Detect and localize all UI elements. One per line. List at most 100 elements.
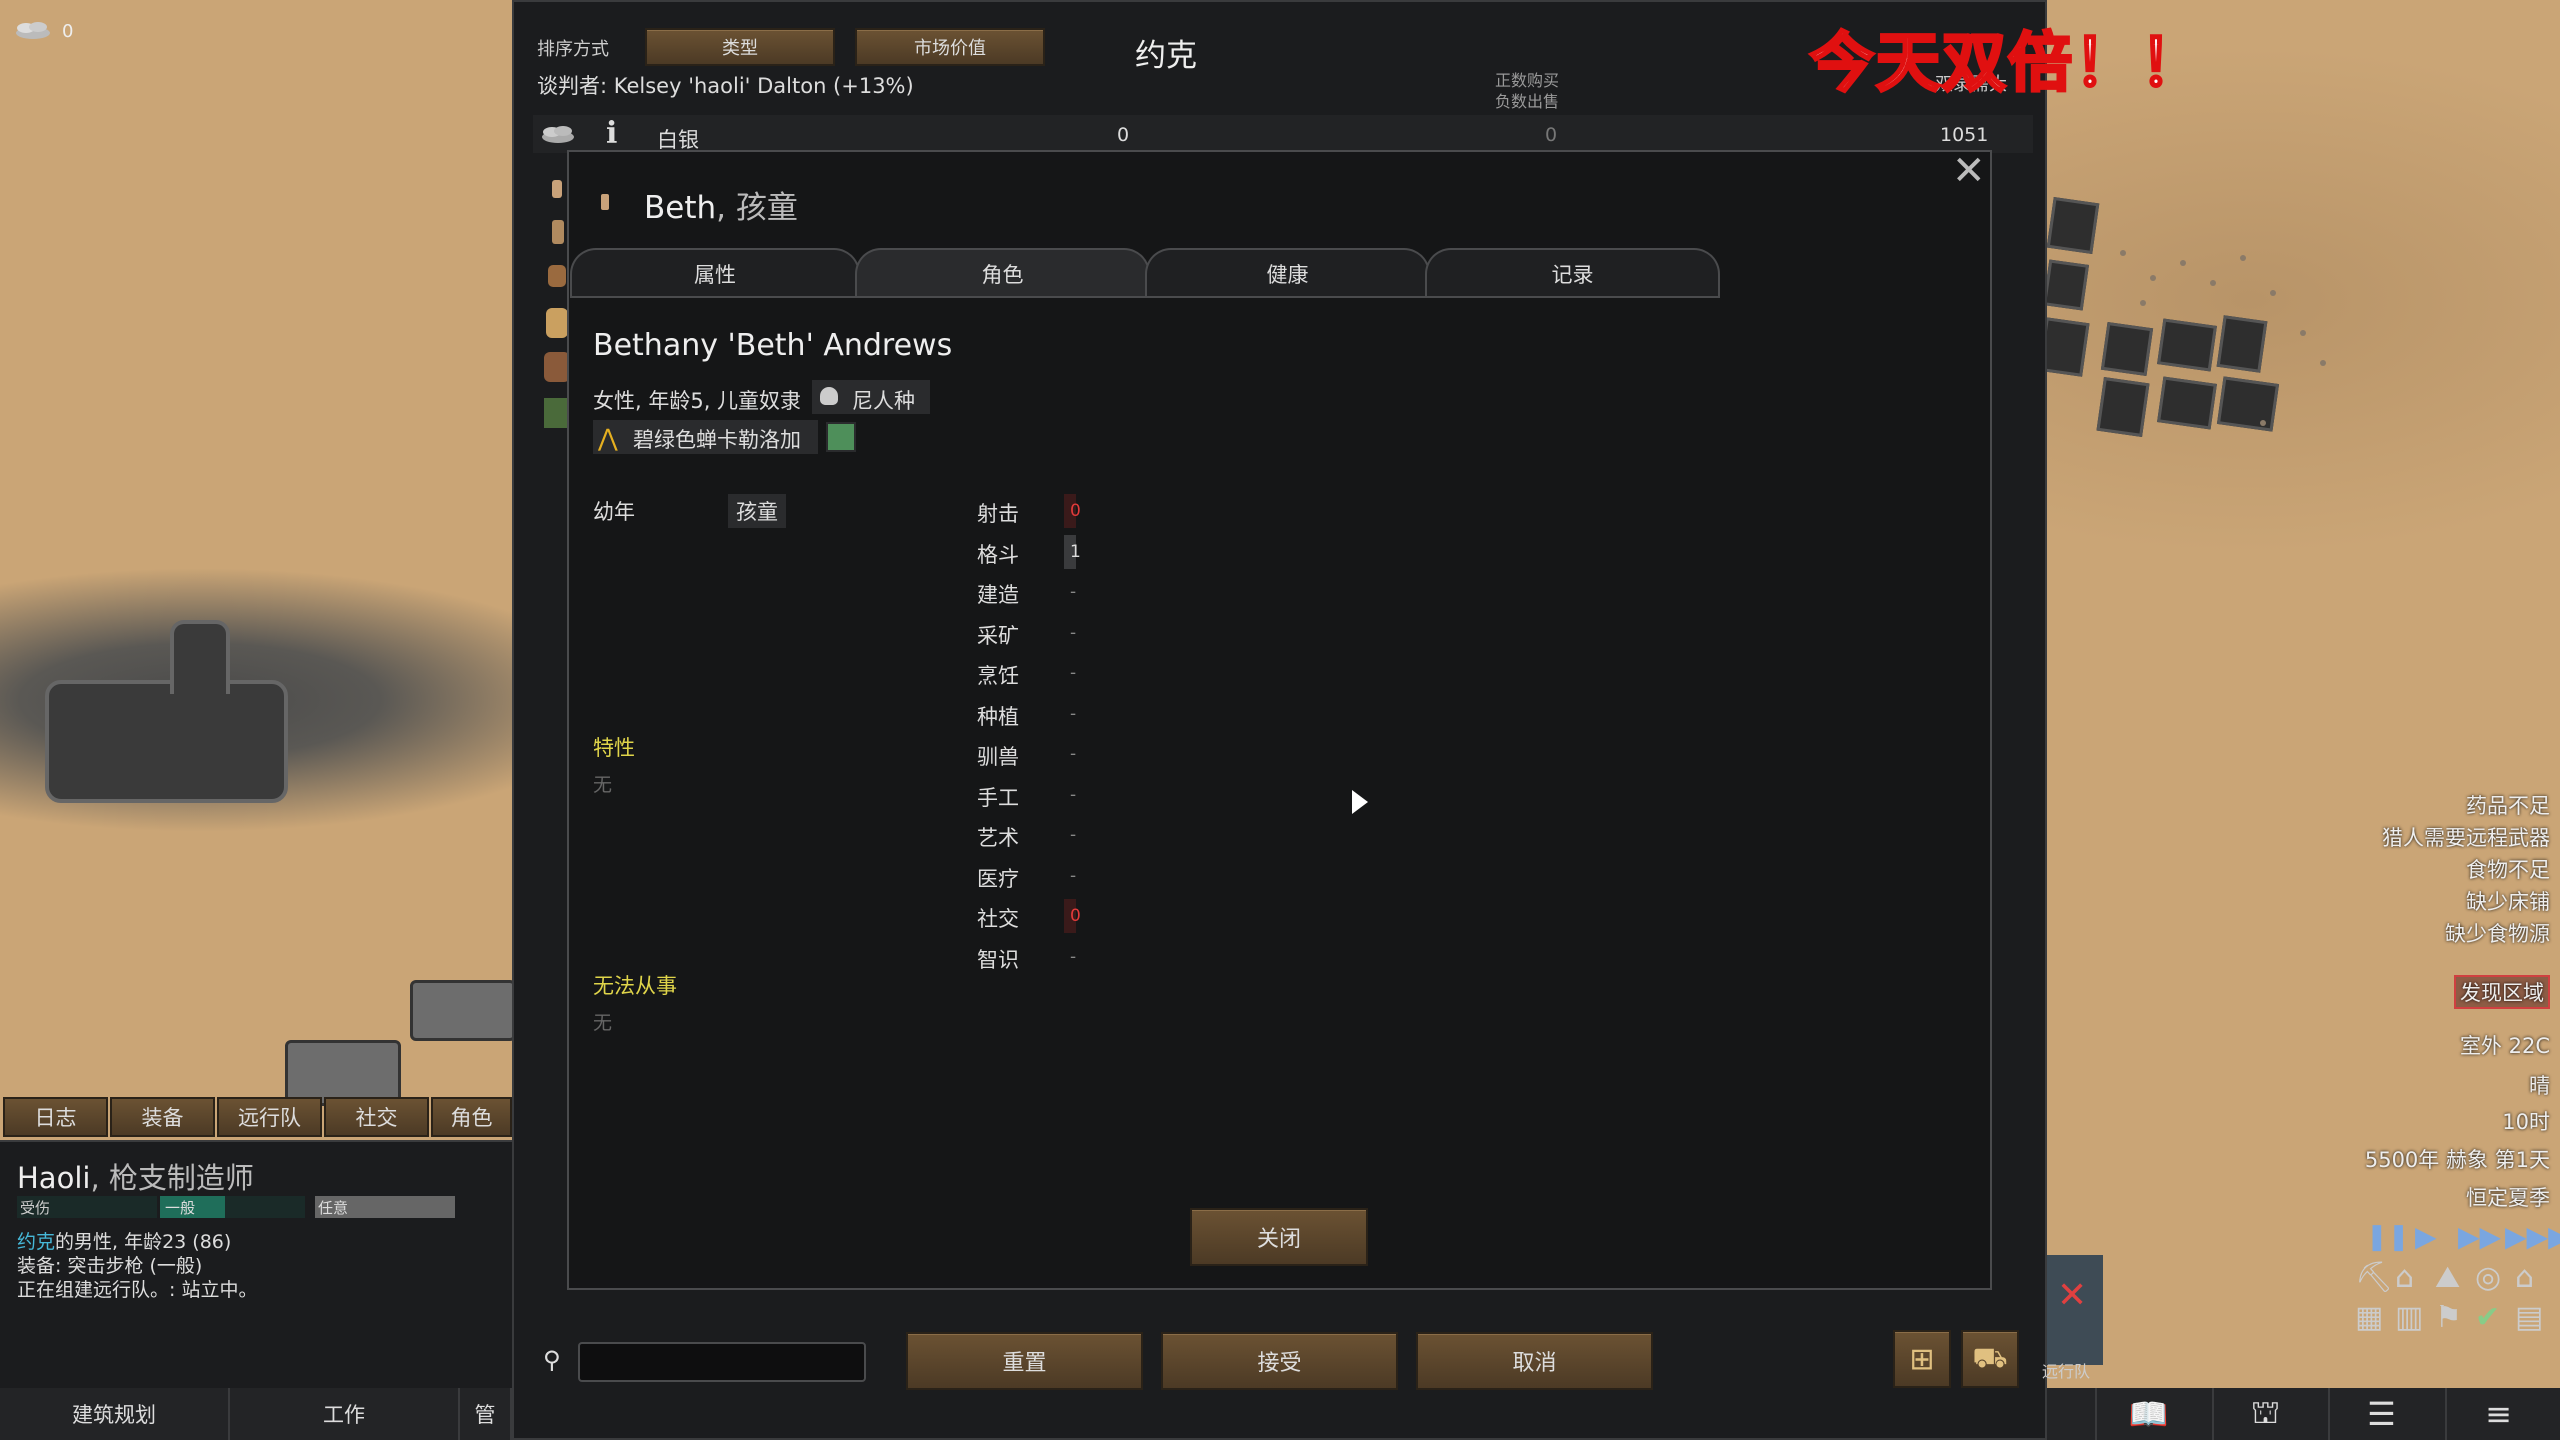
sort-type-button[interactable]: 类型 <box>645 28 835 66</box>
skill-value: 1 <box>1070 542 1081 562</box>
menu-button[interactable]: ≡ <box>2445 1388 2550 1440</box>
overlay-toggle-icon[interactable]: ▥ <box>2395 1300 2423 1335</box>
health-bar-label: 受伤 <box>20 1199 51 1217</box>
world-button[interactable]: ⛫ <box>2212 1388 2317 1440</box>
mood-bar: 一般 <box>160 1196 305 1218</box>
factions-icon: ⛫ <box>2250 1393 2281 1431</box>
skill-label: 社交 <box>977 907 1019 931</box>
skill-value: - <box>1070 866 1077 886</box>
accept-button[interactable]: 接受 <box>1161 1332 1398 1390</box>
inspect-tab-log[interactable]: 日志 <box>3 1097 108 1137</box>
silver-trader-amount: 1051 <box>1940 124 1989 146</box>
speed-fast-icon[interactable]: ▶▶ <box>2458 1220 2501 1253</box>
pause-icon[interactable]: ❚❚ <box>2366 1222 2410 1252</box>
skill-label: 种植 <box>977 705 1019 729</box>
trade-mode-button[interactable]: ⛟ <box>1961 1330 2019 1388</box>
area-bar-label: 任意 <box>318 1199 349 1217</box>
main-tab-work[interactable]: 工作 <box>230 1388 460 1440</box>
time-of-day: 10时 <box>2502 1110 2550 1134</box>
info-icon[interactable]: i <box>606 116 617 151</box>
skill-label: 建造 <box>977 583 1019 607</box>
alert-food-source[interactable]: 缺少食物源 <box>2445 918 2550 948</box>
cart-icon: ⛟ <box>1972 1340 2008 1374</box>
childhood-value[interactable]: 孩童 <box>728 494 786 528</box>
close-dialog-button[interactable]: 关闭 <box>1190 1208 1368 1266</box>
overlay-toggle-icon[interactable]: ⌂ <box>2515 1260 2534 1295</box>
outdoor-temperature: 室外 22C <box>2459 1034 2550 1058</box>
map-structure <box>45 680 288 803</box>
dialog-title-name: Beth <box>644 190 717 226</box>
inspect-tab-caravan[interactable]: 远行队 <box>217 1097 322 1137</box>
skill-label: 手工 <box>977 786 1019 810</box>
inspect-tab-character[interactable]: 角色 <box>431 1097 512 1137</box>
alert-beds[interactable]: 缺少床铺 <box>2466 886 2550 916</box>
overlay-banner-text: 今天双倍！！ <box>1809 25 2206 103</box>
overlay-toggle-icon[interactable]: ✔ <box>2475 1300 2500 1335</box>
skill-label: 采矿 <box>977 624 1019 648</box>
tab-underline <box>570 296 1720 298</box>
main-tab-assign[interactable]: 管 <box>460 1388 512 1440</box>
alert-food[interactable]: 食物不足 <box>2466 854 2550 884</box>
pawn-description: 女性, 年龄5, 儿童奴隶 <box>593 389 802 413</box>
tab-health[interactable]: 健康 <box>1145 248 1430 298</box>
inspect-tab-gear[interactable]: 装备 <box>110 1097 215 1137</box>
silver-row-icon <box>540 122 576 148</box>
pawn-name-line: Haoli, 枪支制造师 <box>17 1155 254 1197</box>
mouse-cursor-icon <box>1352 790 1368 814</box>
resource-silver: 0 <box>14 18 73 45</box>
overlay-toggle-icon[interactable]: ▤ <box>2515 1300 2543 1335</box>
dialog-title-role: , 孩童 <box>716 190 798 226</box>
xenotype-icon <box>820 387 838 405</box>
caravan-icon: ✕ <box>2057 1275 2088 1316</box>
overlay-toggle-icon[interactable]: ⚑ <box>2435 1300 2462 1335</box>
pawn-full-name: Bethany 'Beth' Andrews <box>593 328 953 363</box>
pawn-portrait-icon <box>601 194 609 210</box>
traits-label: 特性 <box>593 736 635 760</box>
overlay-toggle-icon[interactable]: ▦ <box>2355 1300 2383 1335</box>
skill-label: 智识 <box>977 948 1019 972</box>
alert-medicine[interactable]: 药品不足 <box>2466 790 2550 820</box>
area-bar[interactable]: 任意 <box>315 1196 455 1218</box>
tab-attributes[interactable]: 属性 <box>570 248 860 298</box>
overlay-toggle-icon[interactable]: ◎ <box>2475 1260 2501 1295</box>
history-button[interactable]: ☰ <box>2328 1388 2433 1440</box>
skill-label: 烹饪 <box>977 664 1019 688</box>
alert-hunter-weapon[interactable]: 猎人需要远程武器 <box>2382 822 2550 852</box>
discover-zone-button[interactable]: 发现区域 <box>2454 975 2550 1009</box>
sort-label: 排序方式 <box>537 39 609 60</box>
main-tab-architect[interactable]: 建筑规划 <box>0 1388 230 1440</box>
cancel-button[interactable]: 取消 <box>1416 1332 1653 1390</box>
gift-button[interactable]: ⊞ <box>1893 1330 1951 1388</box>
inspect-tab-social[interactable]: 社交 <box>324 1097 429 1137</box>
close-icon[interactable]: ✕ <box>1952 148 1986 194</box>
skill-value: - <box>1070 582 1077 602</box>
silver-trade-amount: 0 <box>1545 124 1558 146</box>
tab-character[interactable]: 角色 <box>855 248 1150 298</box>
sort-value-button[interactable]: 市场价值 <box>855 28 1045 66</box>
speed-normal-icon[interactable]: ▶ <box>2415 1220 2437 1253</box>
map-structure-top <box>170 620 230 694</box>
skill-value: 0 <box>1070 906 1081 926</box>
caravan-label: 远行队 <box>2042 1362 2091 1381</box>
overlay-toggle-icon[interactable]: ⛏ <box>2355 1260 2393 1295</box>
skill-label: 射击 <box>977 502 1019 526</box>
negotiator-label: 谈判者: Kelsey 'haoli' Dalton (+13%) <box>537 74 914 98</box>
faction-link[interactable]: 约克 <box>17 1231 55 1253</box>
health-bar: 受伤 <box>17 1196 157 1218</box>
overlay-toggle-icon[interactable]: ⛰ <box>2435 1260 2460 1295</box>
speed-superfast-icon[interactable]: ▶▶▶ <box>2505 1220 2560 1253</box>
search-input[interactable] <box>578 1342 866 1382</box>
reset-button[interactable]: 重置 <box>906 1332 1143 1390</box>
search-icon: ⚲ <box>543 1346 561 1374</box>
skill-value: 0 <box>1070 501 1081 521</box>
incapable-value: 无 <box>593 1012 613 1034</box>
research-button[interactable]: 📖 <box>2095 1388 2200 1440</box>
pawn-desc-rest: 的男性, 年龄23 (86) <box>55 1231 232 1253</box>
silver-colony-amount: 0 <box>1117 124 1130 146</box>
turret <box>410 980 516 1041</box>
overlay-toggle-icon[interactable]: ⌂ <box>2395 1260 2414 1295</box>
tab-log[interactable]: 记录 <box>1425 248 1720 298</box>
date: 5500年 赫象 第1天 <box>2364 1148 2550 1172</box>
mood-bar-label: 一般 <box>165 1199 196 1217</box>
caravan-button[interactable]: ✕ <box>2047 1255 2103 1365</box>
